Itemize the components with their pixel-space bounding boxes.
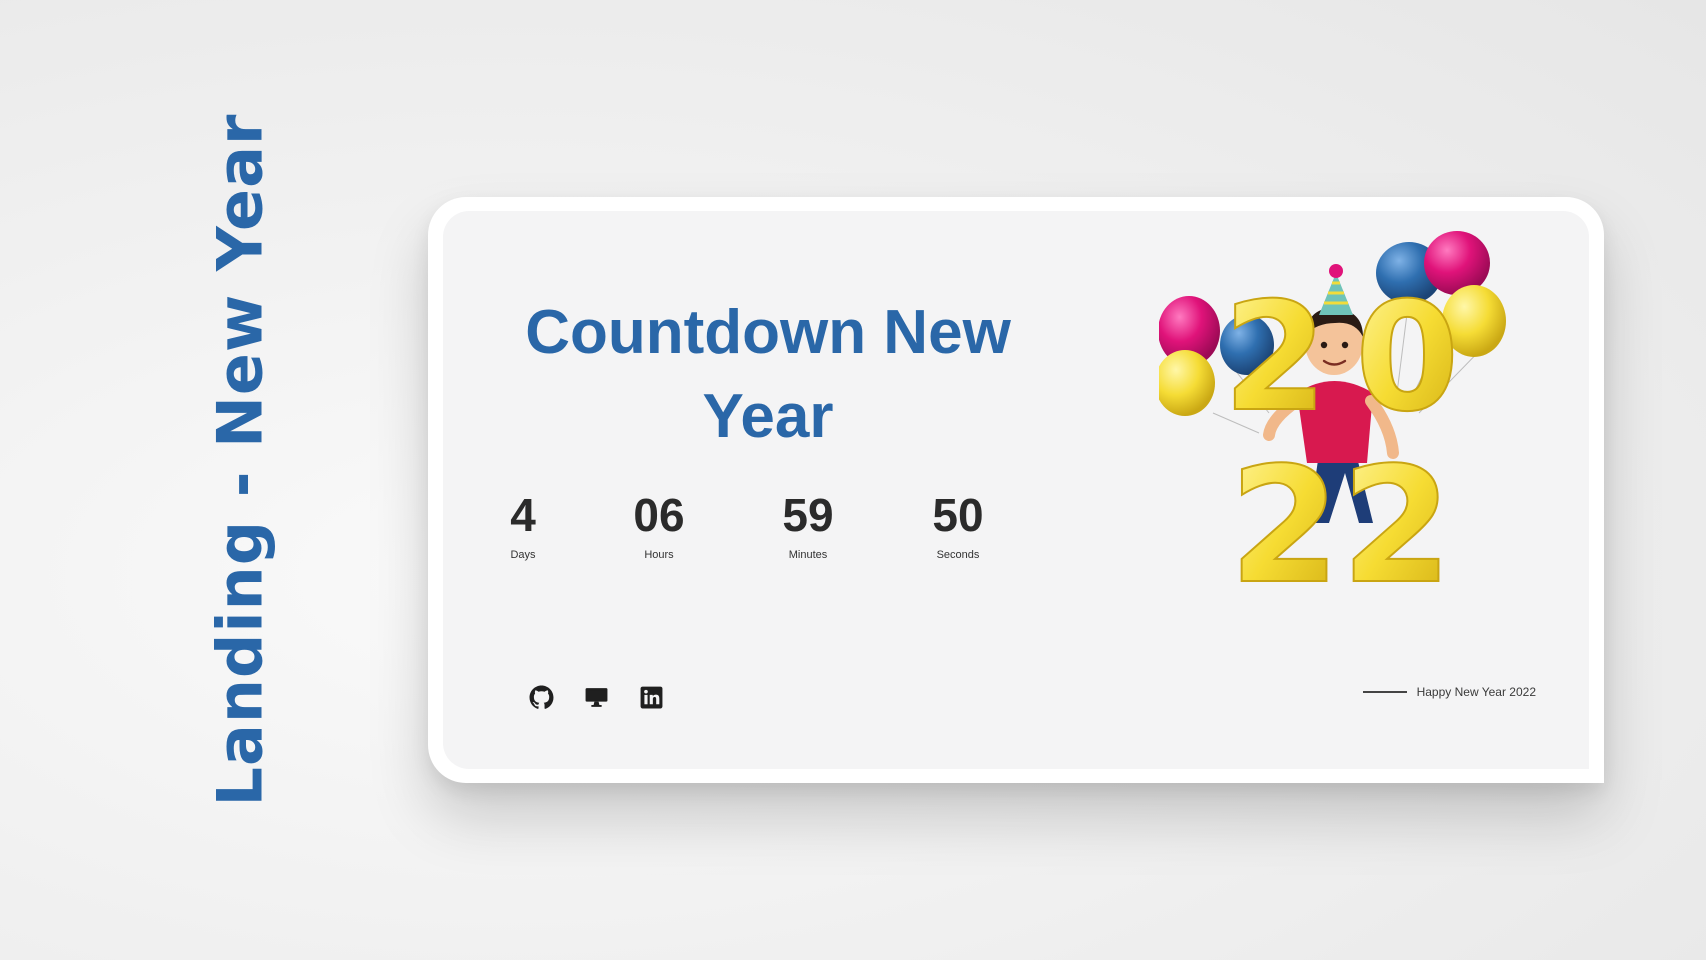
digit-0: 0 [1355, 271, 1459, 445]
days-value: 4 [510, 489, 536, 541]
countdown-days: 4 Days [463, 489, 583, 561]
tagline-text: Happy New Year 2022 [1416, 685, 1536, 699]
side-title: Landing - New Year [203, 113, 277, 807]
digit-2: 2 [1229, 432, 1340, 583]
yellow-balloon [1159, 350, 1215, 416]
device-frame: Countdown New Year 4 Days 06 Hours 59 Mi… [428, 197, 1604, 783]
countdown-minutes: 59 Minutes [748, 489, 868, 561]
countdown-hours: 06 Hours [599, 489, 719, 561]
social-links [529, 685, 664, 710]
new-year-2022-illustration: 2 0 2 2 [1159, 231, 1506, 583]
desktop-monitor-icon[interactable] [584, 685, 609, 710]
minutes-value: 59 [782, 489, 834, 541]
landing-screen: Countdown New Year 4 Days 06 Hours 59 Mi… [443, 211, 1589, 769]
seconds-label: Seconds [936, 549, 980, 561]
github-icon[interactable] [529, 685, 554, 710]
page-title: Countdown New Year [525, 298, 1011, 451]
hours-label: Hours [644, 549, 674, 561]
digit-2: 2 [1223, 271, 1327, 445]
minutes-label: Minutes [788, 549, 828, 561]
days-label: Days [510, 549, 536, 561]
countdown-timer: 4 Days 06 Hours 59 Minutes 50 Seconds [508, 489, 1028, 569]
hours-value: 06 [633, 489, 685, 541]
countdown-seconds: 50 Seconds [898, 489, 1018, 561]
seconds-value: 50 [932, 489, 984, 541]
divider-line [1362, 691, 1407, 693]
digit-2: 2 [1341, 432, 1452, 583]
linkedin-icon[interactable] [639, 685, 664, 710]
footer-tagline: Happy New Year 2022 [1362, 685, 1536, 699]
